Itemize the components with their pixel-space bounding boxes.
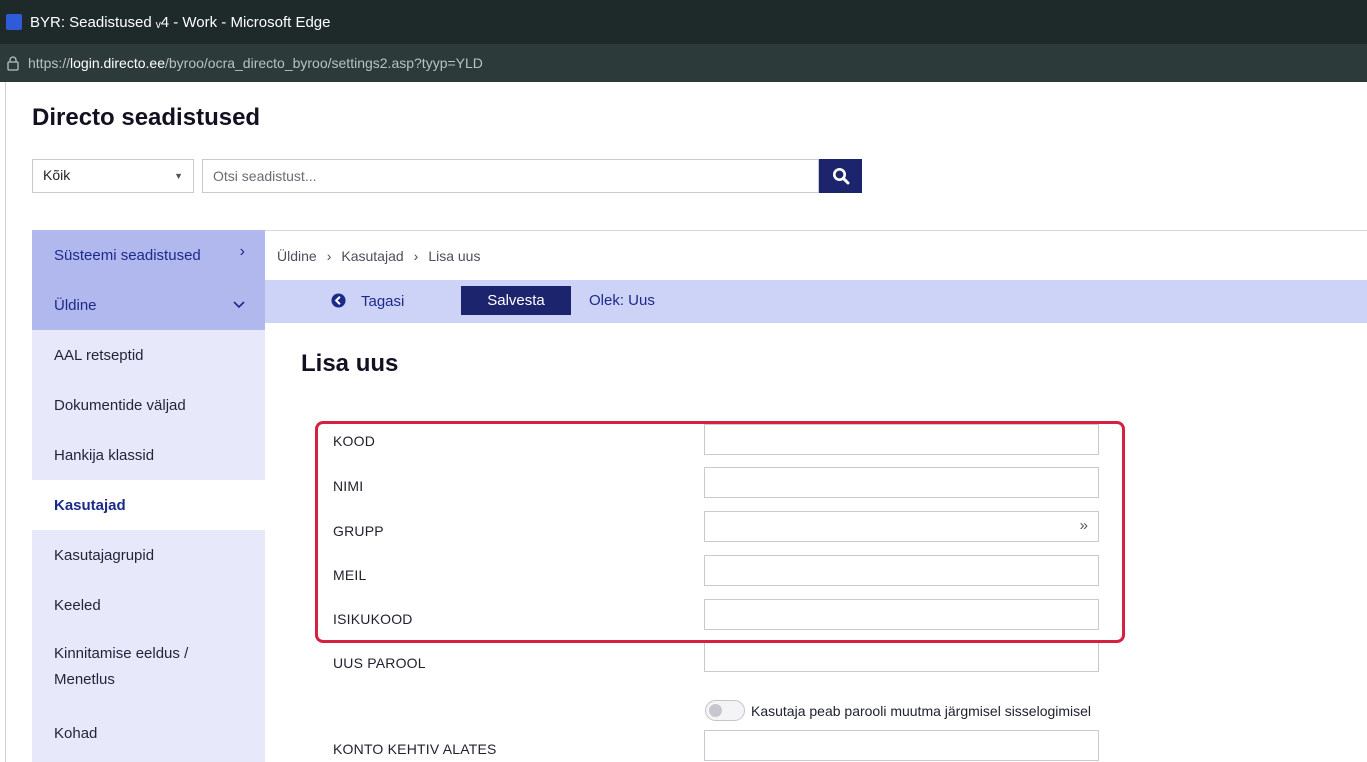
- sidebar-head-label: Süsteemi seadistused: [54, 246, 201, 264]
- konto-kehtiv-alates-input[interactable]: [704, 730, 1099, 761]
- grupp-input[interactable]: »: [704, 511, 1099, 542]
- app-icon: [6, 14, 22, 30]
- sidebar-item-kasutajad[interactable]: Kasutajad: [32, 480, 265, 530]
- change-password-toggle-label: Kasutaja peab parooli muutma järgmisel s…: [751, 703, 1092, 719]
- page-title: Directo seadistused: [32, 104, 261, 131]
- meil-input[interactable]: [704, 555, 1099, 586]
- search-icon: [832, 168, 849, 185]
- sidebar-item-keeled[interactable]: Keeled: [32, 580, 265, 630]
- sidebar-item-kohad[interactable]: Kohad: [32, 708, 265, 758]
- address-bar[interactable]: https://login.directo.ee/byroo/ocra_dire…: [0, 44, 1367, 82]
- settings-search-input[interactable]: [202, 159, 819, 193]
- breadcrumb-item[interactable]: Üldine: [277, 248, 317, 264]
- chevron-down-icon: [233, 296, 245, 314]
- category-filter-select[interactable]: Kõik ▼: [32, 159, 194, 193]
- window-titlebar: BYR: Seadistused ᵥ4 - Work - Microsoft E…: [0, 0, 1367, 44]
- breadcrumb-item-current: Lisa uus: [428, 247, 481, 264]
- kood-input[interactable]: [704, 424, 1099, 455]
- form-title: Lisa uus: [301, 350, 399, 377]
- sidebar-section-label: Üldine: [54, 296, 97, 314]
- kood-label: KOOD: [333, 433, 376, 449]
- chevron-right-icon: ›: [239, 243, 245, 260]
- uus-parool-label: UUS PAROOL: [333, 655, 426, 671]
- status-text: Olek: Uus: [589, 292, 655, 309]
- back-link[interactable]: Tagasi: [361, 293, 404, 310]
- nimi-input[interactable]: [704, 467, 1099, 498]
- chevron-right-icon: ›: [413, 247, 419, 264]
- sidebar-item-dokumentide-valjad[interactable]: Dokumentide väljad: [32, 380, 265, 430]
- meil-label: MEIL: [333, 567, 367, 583]
- change-password-toggle[interactable]: [705, 700, 745, 721]
- sidebar-item-kinnitamise-eeldus[interactable]: Kinnitamise eeldus / Menetlus: [32, 632, 232, 702]
- save-button[interactable]: Salvesta: [461, 286, 571, 315]
- url-path: /byroo/ocra_directo_byroo/settings2.asp?…: [164, 55, 483, 71]
- sidebar-item-aal-retseptid[interactable]: AAL retseptid: [32, 330, 265, 380]
- action-bar: Tagasi Salvesta Olek: Uus: [265, 280, 1367, 323]
- sidebar: Süsteemi seadistused › Üldine AAL retsep…: [32, 230, 265, 762]
- lock-icon: [6, 55, 20, 71]
- sidebar-item-hankija-klassid[interactable]: Hankija klassid: [32, 430, 265, 480]
- toggle-knob: [709, 704, 722, 717]
- url-host: login.directo.ee: [70, 55, 165, 71]
- breadcrumb-item[interactable]: Kasutajad: [341, 248, 403, 264]
- double-chevron-right-icon[interactable]: »: [1080, 517, 1088, 534]
- grupp-label: GRUPP: [333, 523, 384, 539]
- uus-parool-input[interactable]: [704, 641, 1099, 672]
- sidebar-item-system-settings[interactable]: Süsteemi seadistused ›: [32, 230, 265, 280]
- chevron-right-icon: ›: [326, 247, 332, 264]
- konto-kehtiv-alates-label: KONTO KEHTIV ALATES: [333, 741, 497, 757]
- breadcrumb: Üldine › Kasutajad › Lisa uus: [265, 230, 1367, 280]
- search-button[interactable]: [819, 159, 862, 193]
- back-arrow-icon[interactable]: [331, 293, 346, 308]
- window-title: BYR: Seadistused ᵥ4 - Work - Microsoft E…: [30, 13, 331, 31]
- sidebar-item-kasutajagrupid[interactable]: Kasutajagrupid: [32, 530, 265, 580]
- window-left-edge: [0, 82, 6, 762]
- url-prefix: https://: [28, 55, 71, 71]
- isikukood-input[interactable]: [704, 599, 1099, 630]
- isikukood-label: ISIKUKOOD: [333, 611, 413, 627]
- filter-value: Kõik: [43, 167, 71, 183]
- dropdown-arrow-icon: ▼: [174, 171, 183, 181]
- sidebar-section-uldine[interactable]: Üldine: [32, 280, 265, 330]
- nimi-label: NIMI: [333, 478, 364, 494]
